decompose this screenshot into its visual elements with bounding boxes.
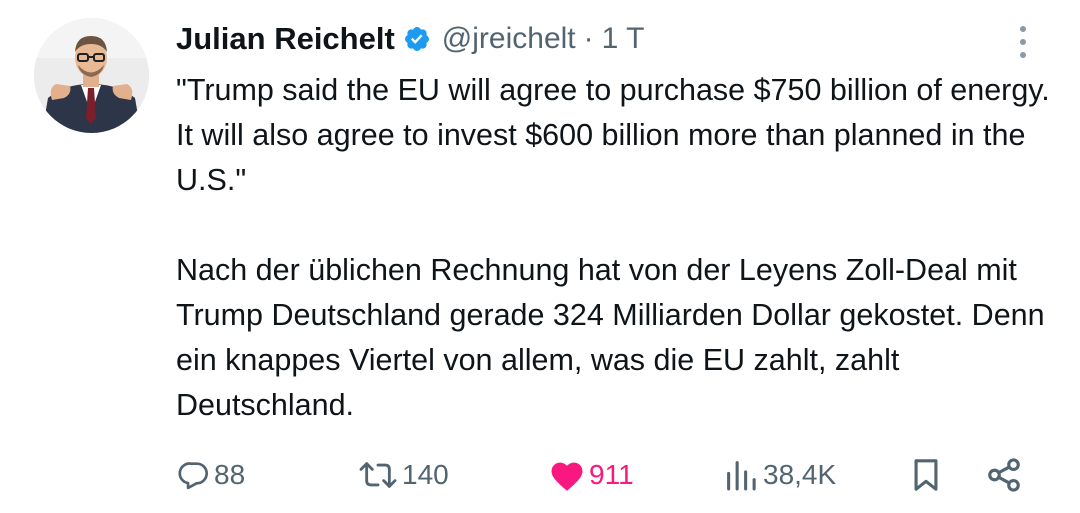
tweet-text: "Trump said the EU will agree to purchas… [176,68,1056,428]
author-avatar[interactable] [34,18,149,133]
author-handle[interactable]: @jreichelt [442,22,576,56]
reply-button[interactable]: 88 [177,450,245,500]
views-count: 38,4K [763,459,837,490]
like-icon [548,458,586,492]
like-button[interactable]: 911 [548,450,634,500]
reply-count: 88 [214,459,246,490]
views-button[interactable]: 38,4K [722,450,836,500]
reply-icon [177,458,211,492]
more-options-icon[interactable] [1012,24,1034,60]
bookmark-icon [909,456,943,494]
share-icon [985,456,1023,494]
header-separator: · [583,22,594,55]
share-button[interactable] [985,450,1023,500]
retweet-icon [357,458,399,492]
retweet-button[interactable]: 140 [357,450,449,500]
author-name[interactable]: Julian Reichelt [176,21,395,57]
retweet-count: 140 [402,459,449,490]
like-count: 911 [589,459,634,490]
avatar-photo [34,18,149,133]
views-icon [722,458,760,492]
tweet-header: Julian Reichelt @jreichelt · 1 T [176,18,644,60]
tweet-action-bar: 88 140 911 38,4K [0,450,1080,500]
tweet-timestamp[interactable]: 1 T [602,22,645,56]
tweet-paragraph-quote: "Trump said the EU will agree to purchas… [176,73,1050,197]
bookmark-button[interactable] [909,450,943,500]
verified-badge-icon [403,25,431,53]
tweet-paragraph-comment: Nach der üblichen Rechnung hat von der L… [176,253,1045,422]
